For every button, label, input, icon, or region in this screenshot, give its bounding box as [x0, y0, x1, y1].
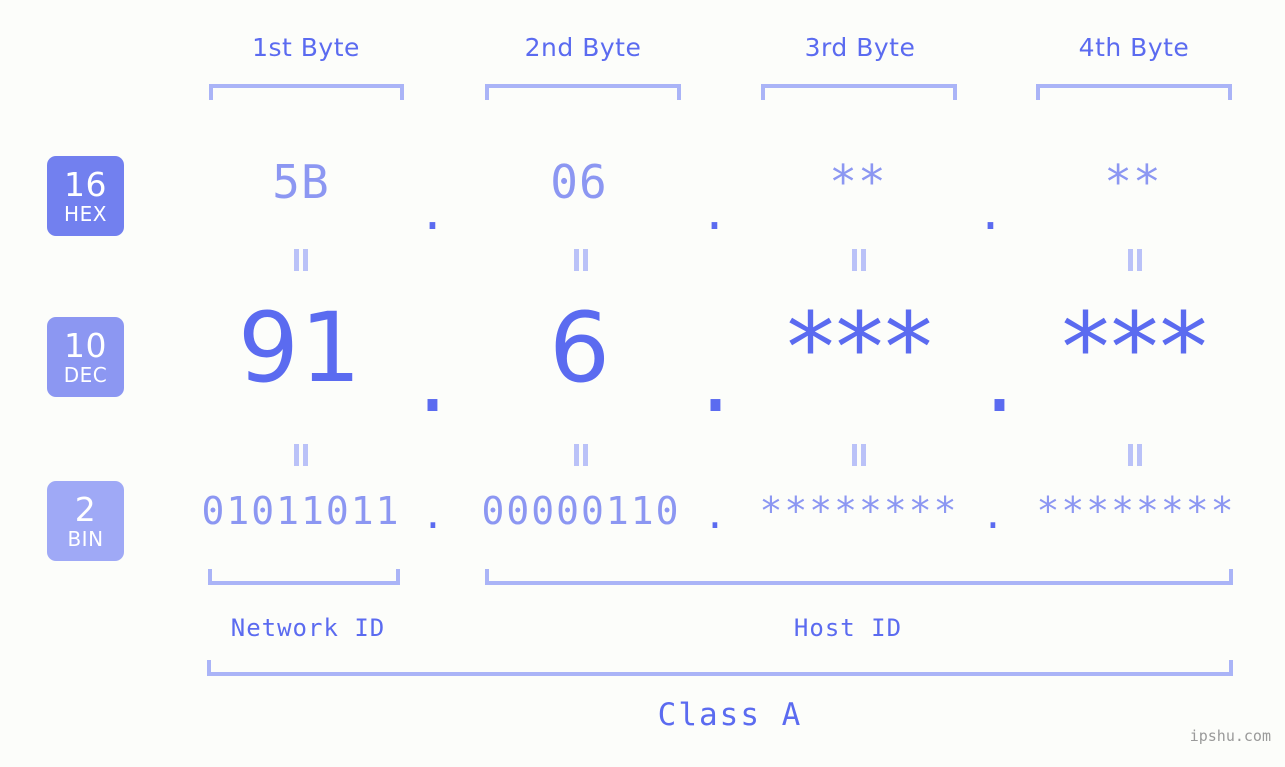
byte-bracket-2 [485, 84, 681, 100]
base-badge-bin[interactable]: 2 BIN [47, 481, 124, 561]
network-id-label: Network ID [230, 614, 386, 642]
bin-octet-4: ******** [1036, 489, 1236, 533]
byte-bracket-1 [209, 84, 404, 100]
bin-octet-3: ******** [759, 489, 959, 533]
bin-octet-2: 00000110 [481, 489, 681, 533]
bin-separator-2: . [703, 493, 729, 537]
dec-octet-2: 6 [548, 292, 612, 404]
equals-icon-hex-dec-2 [570, 249, 592, 271]
site-watermark: ipshu.com [1189, 727, 1271, 745]
class-label: Class A [657, 697, 803, 733]
byte-header-2: 2nd Byte [524, 33, 642, 62]
byte-header-3: 3rd Byte [804, 33, 916, 62]
host-id-label: Host ID [793, 614, 903, 642]
network-id-bracket [208, 569, 400, 585]
hex-separator-1: . [418, 186, 448, 240]
base-badge-dec-number: 10 [64, 326, 107, 365]
equals-icon-dec-bin-1 [290, 444, 312, 466]
equals-icon-dec-bin-2 [570, 444, 592, 466]
base-badge-hex-number: 16 [64, 165, 107, 204]
equals-icon-dec-bin-4 [1124, 444, 1146, 466]
dec-octet-1: 91 [237, 292, 363, 404]
dec-octet-3: *** [786, 292, 934, 404]
base-badge-bin-number: 2 [74, 490, 97, 529]
hex-octet-2: 06 [550, 155, 608, 209]
host-id-bracket [485, 569, 1233, 585]
base-badge-dec[interactable]: 10 DEC [47, 317, 124, 397]
bin-separator-1: . [421, 493, 447, 537]
dec-separator-1: . [417, 322, 449, 434]
dec-separator-2: . [700, 322, 732, 434]
byte-header-1: 1st Byte [252, 33, 360, 62]
base-badge-dec-name: DEC [63, 363, 108, 387]
bin-octet-1: 01011011 [201, 489, 401, 533]
equals-icon-hex-dec-4 [1124, 249, 1146, 271]
class-bracket [207, 660, 1233, 676]
base-badge-hex[interactable]: 16 HEX [47, 156, 124, 236]
ip-breakdown-diagram: 1st Byte 2nd Byte 3rd Byte 4th Byte 16 H… [0, 0, 1285, 767]
hex-octet-4: ** [1104, 155, 1162, 209]
dec-octet-4: *** [1061, 292, 1209, 404]
byte-header-4: 4th Byte [1078, 33, 1190, 62]
hex-separator-3: . [976, 186, 1006, 240]
equals-icon-dec-bin-3 [848, 444, 870, 466]
byte-bracket-4 [1036, 84, 1232, 100]
hex-octet-3: ** [829, 155, 887, 209]
hex-separator-2: . [700, 186, 730, 240]
hex-octet-1: 5B [272, 155, 330, 209]
bin-separator-3: . [981, 493, 1007, 537]
equals-icon-hex-dec-1 [290, 249, 312, 271]
equals-icon-hex-dec-3 [848, 249, 870, 271]
byte-bracket-3 [761, 84, 957, 100]
base-badge-hex-name: HEX [64, 202, 107, 226]
base-badge-bin-name: BIN [67, 527, 104, 551]
dec-separator-3: . [984, 322, 1016, 434]
